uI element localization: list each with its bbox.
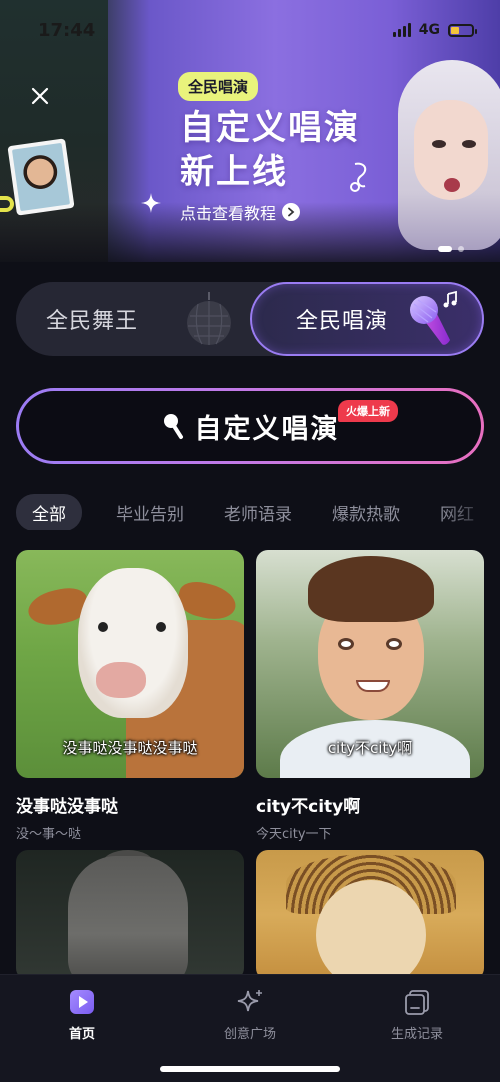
card-thumbnail [16, 850, 244, 980]
card-subtitle: 没～事～哒 [16, 827, 82, 842]
hot-new-badge: 火爆上新 [338, 400, 398, 422]
network-type: 4G [418, 22, 440, 38]
nav-creative-square[interactable]: 创意广场 [190, 987, 310, 1042]
tab-all[interactable]: 全部 [16, 494, 82, 530]
close-icon [31, 87, 49, 105]
mode-dance-tab[interactable]: 全民舞王 [16, 282, 252, 356]
disco-ball-icon [187, 292, 231, 345]
banner-character-image [398, 60, 500, 260]
sparkle-icon [141, 193, 161, 213]
card-thumbnail: 没事哒没事哒没事哒 [16, 550, 244, 778]
card-title: city不city啊 [256, 797, 361, 817]
chevron-right-icon [282, 203, 301, 221]
template-card[interactable]: city不city啊 city不city啊 今天city一下 [256, 550, 484, 842]
status-time: 17:44 [38, 20, 96, 41]
tutorial-link-label: 点击查看教程 [180, 204, 277, 223]
custom-singing-label: 自定义唱演 [194, 413, 340, 445]
banner-title: 自定义唱演 新上线 [180, 108, 360, 192]
tab-hot-songs[interactable]: 爆款热歌 [332, 500, 400, 525]
custom-singing-button[interactable]: 自定义唱演 [16, 388, 484, 464]
mic-icon [163, 414, 183, 439]
tutorial-link[interactable]: 点击查看教程 [180, 200, 301, 224]
home-indicator [160, 1066, 340, 1072]
card-thumbnail: city不city啊 [256, 550, 484, 778]
banner-pagination [438, 246, 464, 252]
nav-home[interactable]: 首页 [22, 987, 142, 1042]
nav-creative-label: 创意广场 [223, 1027, 276, 1042]
mode-dance-label: 全民舞王 [46, 309, 139, 334]
category-tabs: 全部 毕业告别 老师语录 爆款热歌 网红 [16, 494, 500, 530]
history-icon [405, 990, 429, 1015]
avatar-photo-card [7, 138, 75, 216]
template-card[interactable] [16, 850, 244, 980]
card-subtitle: 今天city一下 [256, 827, 332, 842]
sparkle-icon [237, 990, 262, 1012]
card-caption: city不city啊 [327, 739, 413, 757]
close-button[interactable] [24, 80, 56, 112]
nav-history[interactable]: 生成记录 [357, 987, 477, 1042]
signal-icon [392, 23, 411, 37]
music-note-icon [350, 162, 367, 192]
card-caption: 没事哒没事哒没事哒 [62, 739, 198, 757]
nav-history-label: 生成记录 [390, 1027, 443, 1042]
template-card[interactable] [256, 850, 484, 980]
status-bar: 17:44 4G [0, 0, 500, 56]
battery-icon [448, 23, 477, 37]
tab-graduation[interactable]: 毕业告别 [116, 500, 184, 525]
card-thumbnail [256, 850, 484, 980]
nav-home-label: 首页 [68, 1027, 95, 1042]
mode-sing-label: 全民唱演 [296, 309, 389, 334]
play-square-icon [70, 990, 94, 1014]
card-title: 没事哒没事哒 [16, 797, 118, 817]
banner-tag: 全民唱演 [178, 72, 259, 101]
microphone-icon [410, 290, 457, 345]
tab-teacher-quotes[interactable]: 老师语录 [224, 500, 292, 525]
template-card[interactable]: 没事哒没事哒没事哒 没事哒没事哒 没～事～哒 [16, 550, 244, 842]
